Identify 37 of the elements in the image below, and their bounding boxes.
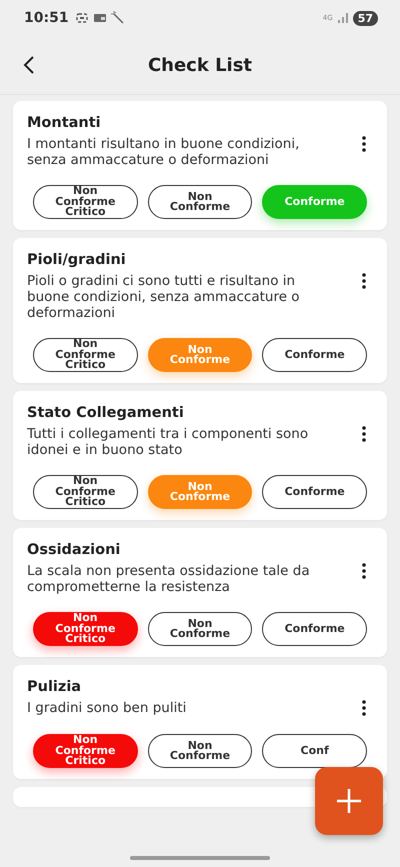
card-icon (92, 11, 107, 25)
item-description: Tutti i collegamenti tra i componenti sono idonei e in buono stato (27, 426, 310, 458)
back-icon[interactable] (22, 55, 36, 75)
item-description: La scala non presenta ossidazione tale da comprometterne la resistenza (27, 563, 311, 595)
item-description: I gradini sono ben puliti (27, 700, 188, 716)
more-icon[interactable] (361, 135, 367, 153)
option-button[interactable]: Non Conforme Critico (33, 734, 138, 768)
battery-indicator: 57 (352, 10, 378, 26)
option-button[interactable]: Non Conforme (148, 185, 252, 219)
option-button[interactable]: Non Conforme Critico (33, 185, 138, 219)
item-title: Pioli/gradini (27, 252, 127, 268)
item-title: Montanti (27, 115, 102, 131)
item-title: Ossidazioni (27, 542, 122, 558)
item-title: Stato Collegamenti (27, 405, 185, 421)
option-button[interactable]: Non Conforme Critico (33, 338, 138, 372)
add-button[interactable] (315, 767, 383, 835)
option-button[interactable]: Conforme (262, 338, 368, 372)
more-icon[interactable] (361, 562, 367, 580)
option-button[interactable]: Conforme (262, 475, 368, 509)
option-button[interactable]: Conforme (262, 612, 368, 646)
signal-icon (336, 12, 349, 24)
more-icon[interactable] (361, 699, 367, 717)
more-icon[interactable] (361, 272, 367, 290)
option-button[interactable]: Non Conforme Critico (33, 612, 138, 646)
more-icon[interactable] (361, 425, 367, 443)
screenshot-icon (74, 11, 89, 25)
status-time: 10:51 (24, 10, 69, 26)
option-button[interactable]: Non Conforme Critico (33, 475, 138, 509)
item-description: Pioli o gradini ci sono tutti e risultano in buone condizioni, senza ammaccature o deformazioni (27, 273, 301, 321)
wand-icon (110, 11, 125, 25)
item-title: Pulizia (27, 679, 82, 695)
option-button[interactable]: Non Conforme (148, 734, 252, 768)
page-title: Check List (148, 54, 252, 76)
option-button[interactable]: Non Conforme (148, 612, 252, 646)
item-description: I montanti risultano in buone condizioni, senza ammaccature o deformazioni (27, 136, 300, 168)
plus-icon (335, 787, 363, 815)
option-button[interactable]: Conf (262, 734, 368, 768)
